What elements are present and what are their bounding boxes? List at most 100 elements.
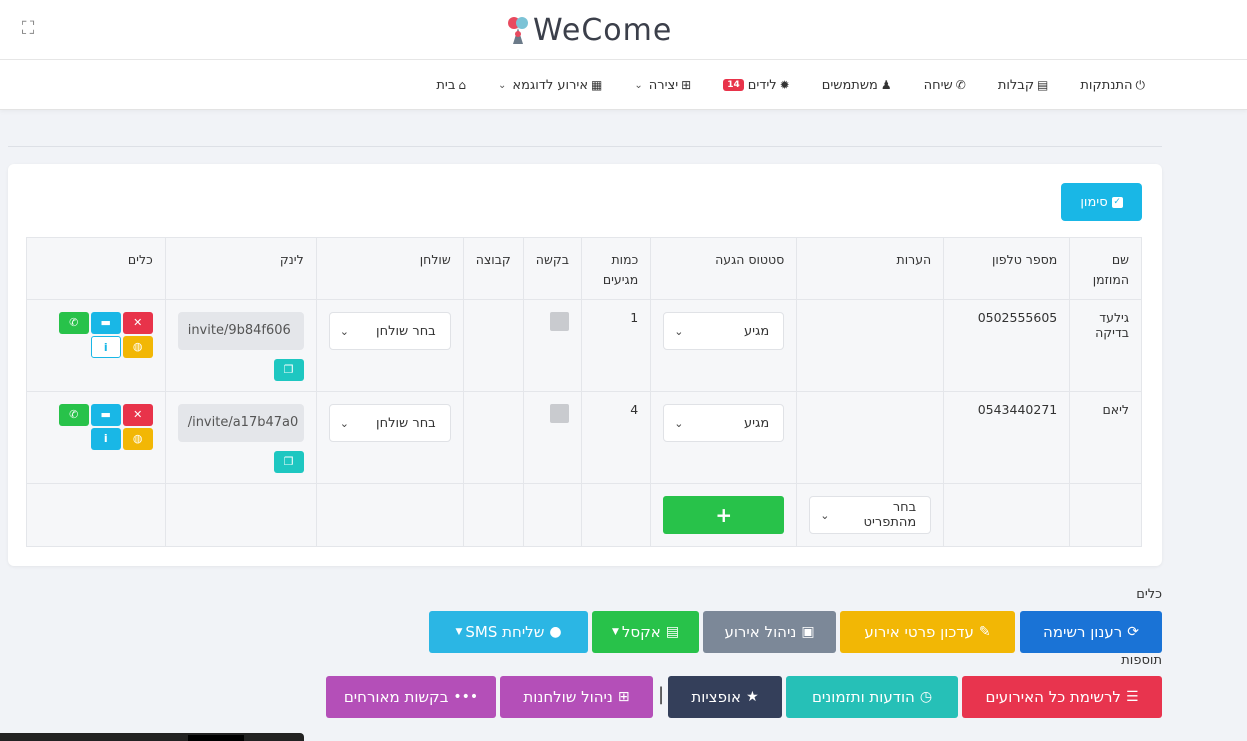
button-label: רענון רשימה xyxy=(1043,623,1123,641)
info-button[interactable]: i xyxy=(90,428,121,450)
comment-button[interactable]: ▬ xyxy=(90,404,121,426)
menu-select[interactable]: בחר מהתפריט ⌄ xyxy=(809,496,932,534)
copy-link-button[interactable]: ❐ xyxy=(273,451,304,473)
col-header-status[interactable]: סטטוס הגעה xyxy=(650,237,798,300)
add-cell: + xyxy=(650,483,798,547)
col-header-request[interactable]: בקשה xyxy=(522,237,582,300)
status-select[interactable]: מגיע ⌄ xyxy=(663,404,785,442)
refresh-icon: ⟳ xyxy=(1127,624,1139,640)
status-select[interactable]: מגיע ⌄ xyxy=(663,312,785,350)
request-checkbox[interactable] xyxy=(549,312,569,331)
excel-icon: ▤ xyxy=(665,624,680,640)
add-guest-button[interactable]: + xyxy=(663,496,785,534)
guest-requests-button[interactable]: ••• בקשות מאורחים xyxy=(326,676,496,718)
group-cell[interactable] xyxy=(462,299,524,392)
empty-cell xyxy=(164,483,317,547)
bottom-overlay-bar xyxy=(0,733,304,741)
nav-item-sample-event[interactable]: ▦ אירוע לדוגמא ⌄ xyxy=(498,78,602,93)
empty-cell xyxy=(580,483,652,547)
top-header: ⛶ WeCome xyxy=(0,0,1247,60)
comment-button[interactable]: ▬ xyxy=(90,312,121,334)
nav-item-create[interactable]: ⊞ יצירה ⌄ xyxy=(634,78,691,93)
guest-phone[interactable]: 0502555605 xyxy=(943,299,1071,392)
button-label: בקשות מאורחים xyxy=(343,688,449,706)
chat-button[interactable]: ◍ xyxy=(122,336,153,358)
tools-cell: ✕ ▬ ✆ ◍ i xyxy=(26,299,166,392)
excel-dropdown-button[interactable]: ▤ אקסל ▼ xyxy=(592,611,699,653)
chat-button[interactable]: ◍ xyxy=(122,428,153,450)
tools-section-label: כלים xyxy=(1136,587,1162,602)
refresh-list-button[interactable]: ⟳ רענון רשימה xyxy=(1020,611,1162,653)
info-button[interactable]: i xyxy=(90,336,121,358)
copy-link-button[interactable]: ❐ xyxy=(273,359,304,381)
invite-link[interactable]: invite/9b84f606 xyxy=(177,312,304,350)
status-value: מגיע xyxy=(743,415,770,431)
options-button[interactable]: ★ אופציות xyxy=(668,676,782,718)
chevron-down-icon: ⌄ xyxy=(820,508,830,522)
table-select-cell: בחר שולחן ⌄ xyxy=(315,299,464,392)
col-header-phone[interactable]: מספר טלפון xyxy=(943,237,1071,300)
empty-cell xyxy=(1069,483,1142,547)
call-button[interactable]: ✆ xyxy=(58,404,89,426)
nav-item-receipts[interactable]: ▤ קבלות xyxy=(998,78,1049,93)
nav-item-home[interactable]: ⌂ בית xyxy=(436,78,466,93)
empty-cell xyxy=(315,483,464,547)
footer-select-cell: בחר מהתפריט ⌄ xyxy=(796,483,945,547)
messages-and-schedules-button[interactable]: ◷ הודעות ותזמונים xyxy=(786,676,958,718)
guest-count[interactable]: 4 xyxy=(580,391,652,484)
home-icon: ⌂ xyxy=(458,78,466,92)
call-button[interactable]: ✆ xyxy=(58,312,89,334)
invite-link[interactable]: /invite/a17b47a0 xyxy=(177,404,304,442)
chevron-down-icon: ⌄ xyxy=(339,416,349,430)
nav-label: יצירה xyxy=(648,77,679,93)
empty-cell xyxy=(26,483,166,547)
nav-item-call[interactable]: ✆ שיחה xyxy=(924,78,966,93)
receipt-icon: ▤ xyxy=(1037,78,1049,92)
col-header-link[interactable]: לינק xyxy=(164,237,317,300)
guest-table: שם המוזמן מספר טלפון הערות סטטוס הגעה כמ… xyxy=(26,237,1142,547)
list-icon: ☰ xyxy=(1125,689,1139,705)
delete-button[interactable]: ✕ xyxy=(122,404,153,426)
guest-name[interactable]: ליאם xyxy=(1069,391,1142,484)
col-header-group[interactable]: קבוצה xyxy=(462,237,524,300)
col-header-table[interactable]: שולחן xyxy=(315,237,464,300)
nav-item-logout[interactable]: ⏻ התנתקות xyxy=(1080,78,1145,93)
status-cell: מגיע ⌄ xyxy=(650,391,798,484)
fullscreen-icon[interactable]: ⛶ xyxy=(18,19,38,39)
all-events-list-button[interactable]: ☰ לרשימת כל האירועים xyxy=(962,676,1162,718)
logo[interactable]: WeCome xyxy=(505,12,672,48)
nav-item-users[interactable]: ♟ משתמשים xyxy=(822,78,892,93)
col-header-count[interactable]: כמות מגיעים xyxy=(580,237,652,300)
table-row: ליאם 0543440271 מגיע ⌄ 4 בחר שולחן ⌄ /in… xyxy=(26,391,1142,484)
table-management-button[interactable]: ⊞ ניהול שולחנות xyxy=(500,676,653,718)
table-select[interactable]: בחר שולחן ⌄ xyxy=(328,312,451,350)
briefcase-icon: ▣ xyxy=(801,624,815,640)
button-label: ניהול אירוע xyxy=(724,623,797,641)
nav-item-leads[interactable]: ✹ לידים 14 xyxy=(723,78,790,93)
chevron-down-icon: ⌄ xyxy=(674,324,684,338)
guest-count[interactable]: 1 xyxy=(580,299,652,392)
divider xyxy=(8,146,1162,147)
status-cell: מגיע ⌄ xyxy=(650,299,798,392)
edit-icon: ✎ xyxy=(978,624,991,640)
guest-name[interactable]: גילעד בדיקה xyxy=(1069,299,1142,392)
event-management-button[interactable]: ▣ ניהול אירוע xyxy=(703,611,836,653)
tools-cell: ✕ ▬ ✆ ◍ i xyxy=(26,391,166,484)
group-cell[interactable] xyxy=(462,391,524,484)
empty-cell xyxy=(943,483,1071,547)
guest-notes[interactable] xyxy=(796,391,945,484)
request-cell xyxy=(522,299,582,392)
table-select[interactable]: בחר שולחן ⌄ xyxy=(328,404,451,442)
guest-notes[interactable] xyxy=(796,299,945,392)
mark-button[interactable]: ✓ סימון xyxy=(1061,183,1142,221)
send-sms-dropdown-button[interactable]: ● שליחת SMS ▼ xyxy=(429,611,588,653)
update-event-details-button[interactable]: ✎ עדכון פרטי אירוע xyxy=(840,611,1015,653)
delete-button[interactable]: ✕ xyxy=(122,312,153,334)
guest-phone[interactable]: 0543440271 xyxy=(943,391,1071,484)
col-header-notes[interactable]: הערות xyxy=(796,237,945,300)
request-checkbox[interactable] xyxy=(549,404,569,423)
mark-button-label: סימון xyxy=(1080,194,1108,210)
link-cell: /invite/a17b47a0 ❐ xyxy=(164,391,317,484)
col-header-name[interactable]: שם המוזמן xyxy=(1069,237,1142,300)
extras-section-label: תוספות xyxy=(1121,653,1162,668)
